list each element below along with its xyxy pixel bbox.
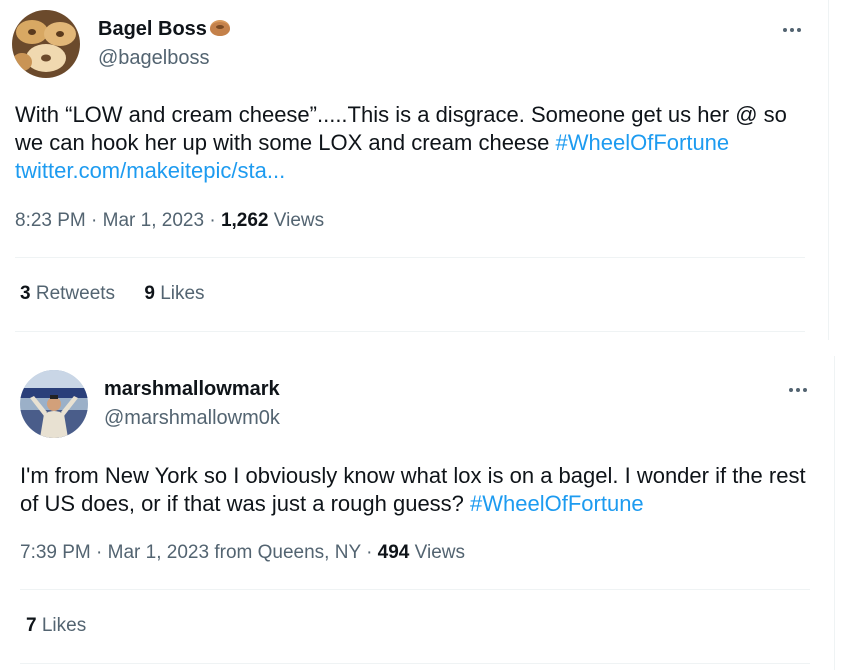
likes-label: Likes bbox=[160, 283, 205, 304]
retweets-count: 3 bbox=[20, 283, 31, 304]
divider bbox=[20, 663, 810, 664]
tweet-bagelboss[interactable]: Bagel Boss @bagelboss With “LOW and crea… bbox=[0, 0, 829, 340]
tweet-text: I'm from New York so I obviously know wh… bbox=[20, 462, 810, 518]
tweet-meta: 7:39 PM · Mar 1, 2023 from Queens, NY · … bbox=[20, 542, 465, 564]
tweet-location: from Queens, NY bbox=[214, 542, 361, 563]
hashtag-link[interactable]: #WheelOfFortune bbox=[470, 491, 644, 516]
views-label: Views bbox=[273, 210, 325, 231]
retweets-label: Retweets bbox=[35, 283, 116, 304]
handle[interactable]: @marshmallowm0k bbox=[104, 407, 280, 430]
tweet-date[interactable]: Mar 1, 2023 bbox=[103, 210, 204, 231]
separator: · bbox=[91, 210, 98, 231]
likes-count: 7 bbox=[26, 615, 37, 636]
views-count: 494 bbox=[377, 542, 410, 563]
divider bbox=[20, 589, 810, 590]
tweet-stats: 3 Retweets 9 Likes bbox=[20, 283, 229, 305]
likes-count: 9 bbox=[144, 283, 155, 304]
tweet-meta: 8:23 PM · Mar 1, 2023 · 1,262 Views bbox=[15, 210, 324, 232]
tweet-marshmallowmark[interactable]: marshmallowmark @marshmallowm0k I'm from… bbox=[6, 356, 835, 670]
views-label: Views bbox=[414, 542, 465, 563]
person-photo-icon bbox=[20, 370, 88, 438]
likes-stat[interactable]: 9 Likes bbox=[144, 283, 204, 304]
tweet-time[interactable]: 8:23 PM bbox=[15, 210, 86, 231]
hashtag-link[interactable]: #WheelOfFortune bbox=[556, 130, 730, 155]
avatar[interactable] bbox=[12, 10, 80, 78]
divider bbox=[15, 257, 805, 258]
bagel-photo-icon bbox=[12, 10, 80, 78]
separator: · bbox=[366, 542, 373, 563]
likes-label: Likes bbox=[41, 615, 87, 636]
tweet-text: With “LOW and cream cheese”.....This is … bbox=[15, 101, 805, 185]
tweet-text-plain: I'm from New York so I obviously know wh… bbox=[20, 463, 806, 516]
views-count: 1,262 bbox=[220, 210, 269, 231]
tweet-stats: 7 Likes bbox=[26, 615, 110, 637]
likes-stat[interactable]: 7 Likes bbox=[26, 615, 86, 636]
avatar[interactable] bbox=[20, 370, 88, 438]
tweet-time[interactable]: 7:39 PM bbox=[20, 542, 91, 563]
separator: · bbox=[96, 542, 103, 563]
more-options-icon[interactable] bbox=[780, 18, 804, 42]
more-options-icon[interactable] bbox=[786, 378, 810, 402]
display-name[interactable]: Bagel Boss bbox=[98, 18, 207, 40]
separator: · bbox=[209, 210, 216, 231]
display-name[interactable]: marshmallowmark bbox=[104, 378, 280, 401]
url-link[interactable]: twitter.com/makeitepic/sta... bbox=[15, 158, 285, 183]
bagel-icon bbox=[209, 18, 231, 44]
handle[interactable]: @bagelboss bbox=[98, 47, 209, 70]
tweet-date[interactable]: Mar 1, 2023 bbox=[108, 542, 209, 563]
divider bbox=[15, 331, 805, 332]
retweets-stat[interactable]: 3 Retweets bbox=[20, 283, 115, 304]
